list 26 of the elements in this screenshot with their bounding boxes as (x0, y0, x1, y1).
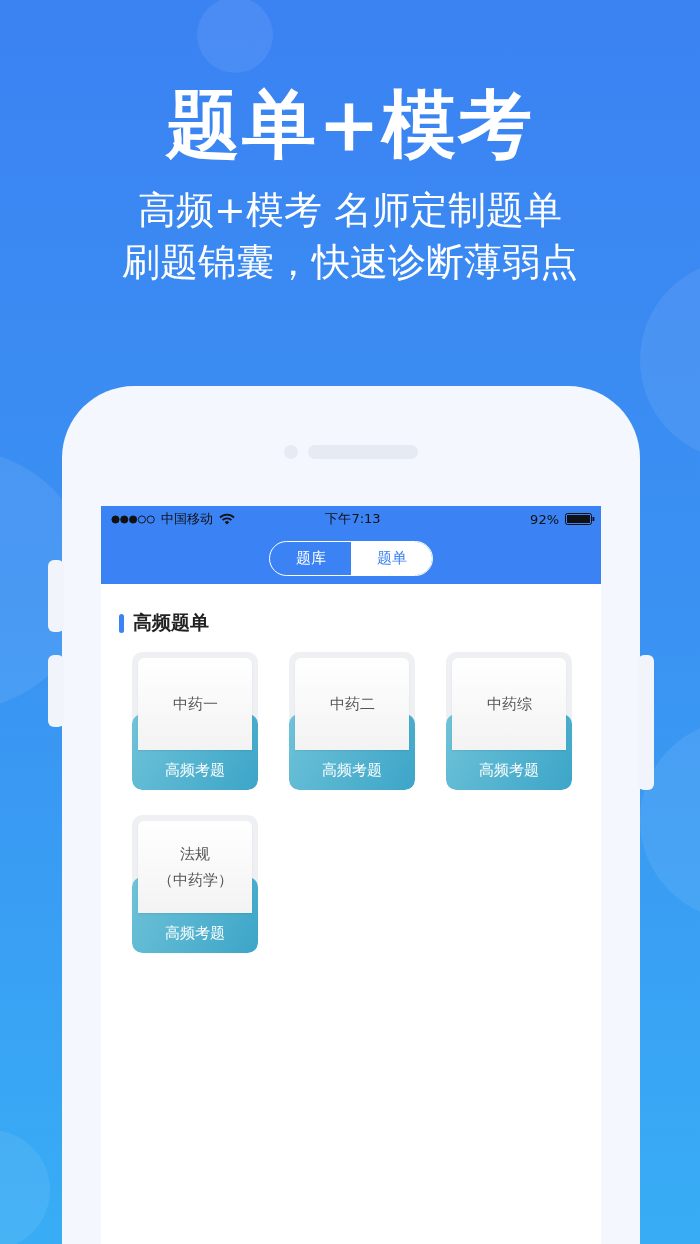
card-title: 中药二 (329, 694, 375, 715)
card-label: 高频考题 (478, 761, 540, 780)
question-card[interactable]: 中药二 高频考题 (289, 652, 415, 790)
headline: 题单+模考 (166, 80, 534, 169)
question-card[interactable]: 法规 （中药学） 高频考题 (132, 815, 258, 953)
question-card[interactable]: 中药综 高频考题 (446, 652, 572, 790)
signal-icon (111, 514, 155, 524)
card-title: 中药一 (172, 694, 218, 715)
section-title: 高频题单 (133, 610, 209, 635)
card-label: 高频考题 (164, 761, 226, 780)
battery-percent: 92% (530, 511, 559, 527)
status-time: 下午7:13 (325, 510, 381, 528)
carrier: 中国移动 (161, 510, 213, 528)
question-card[interactable]: 中药一 高频考题 (132, 652, 258, 790)
card-title: 中药综 (486, 694, 532, 715)
wifi-icon (219, 513, 235, 525)
card-label: 高频考题 (321, 761, 383, 780)
battery-icon (565, 513, 595, 525)
subtitle: 刷题锦囊，快速诊断薄弱点 (122, 239, 578, 286)
card-label: 高频考题 (164, 924, 226, 943)
tab[interactable]: 题库 (270, 541, 351, 575)
subtitle: 高频+模考 名师定制题单 (138, 187, 562, 234)
tab[interactable]: 题单 (351, 541, 432, 575)
card-title: 法规 (180, 844, 210, 865)
section-marker (119, 613, 124, 633)
card-title: （中药学） (157, 870, 233, 891)
